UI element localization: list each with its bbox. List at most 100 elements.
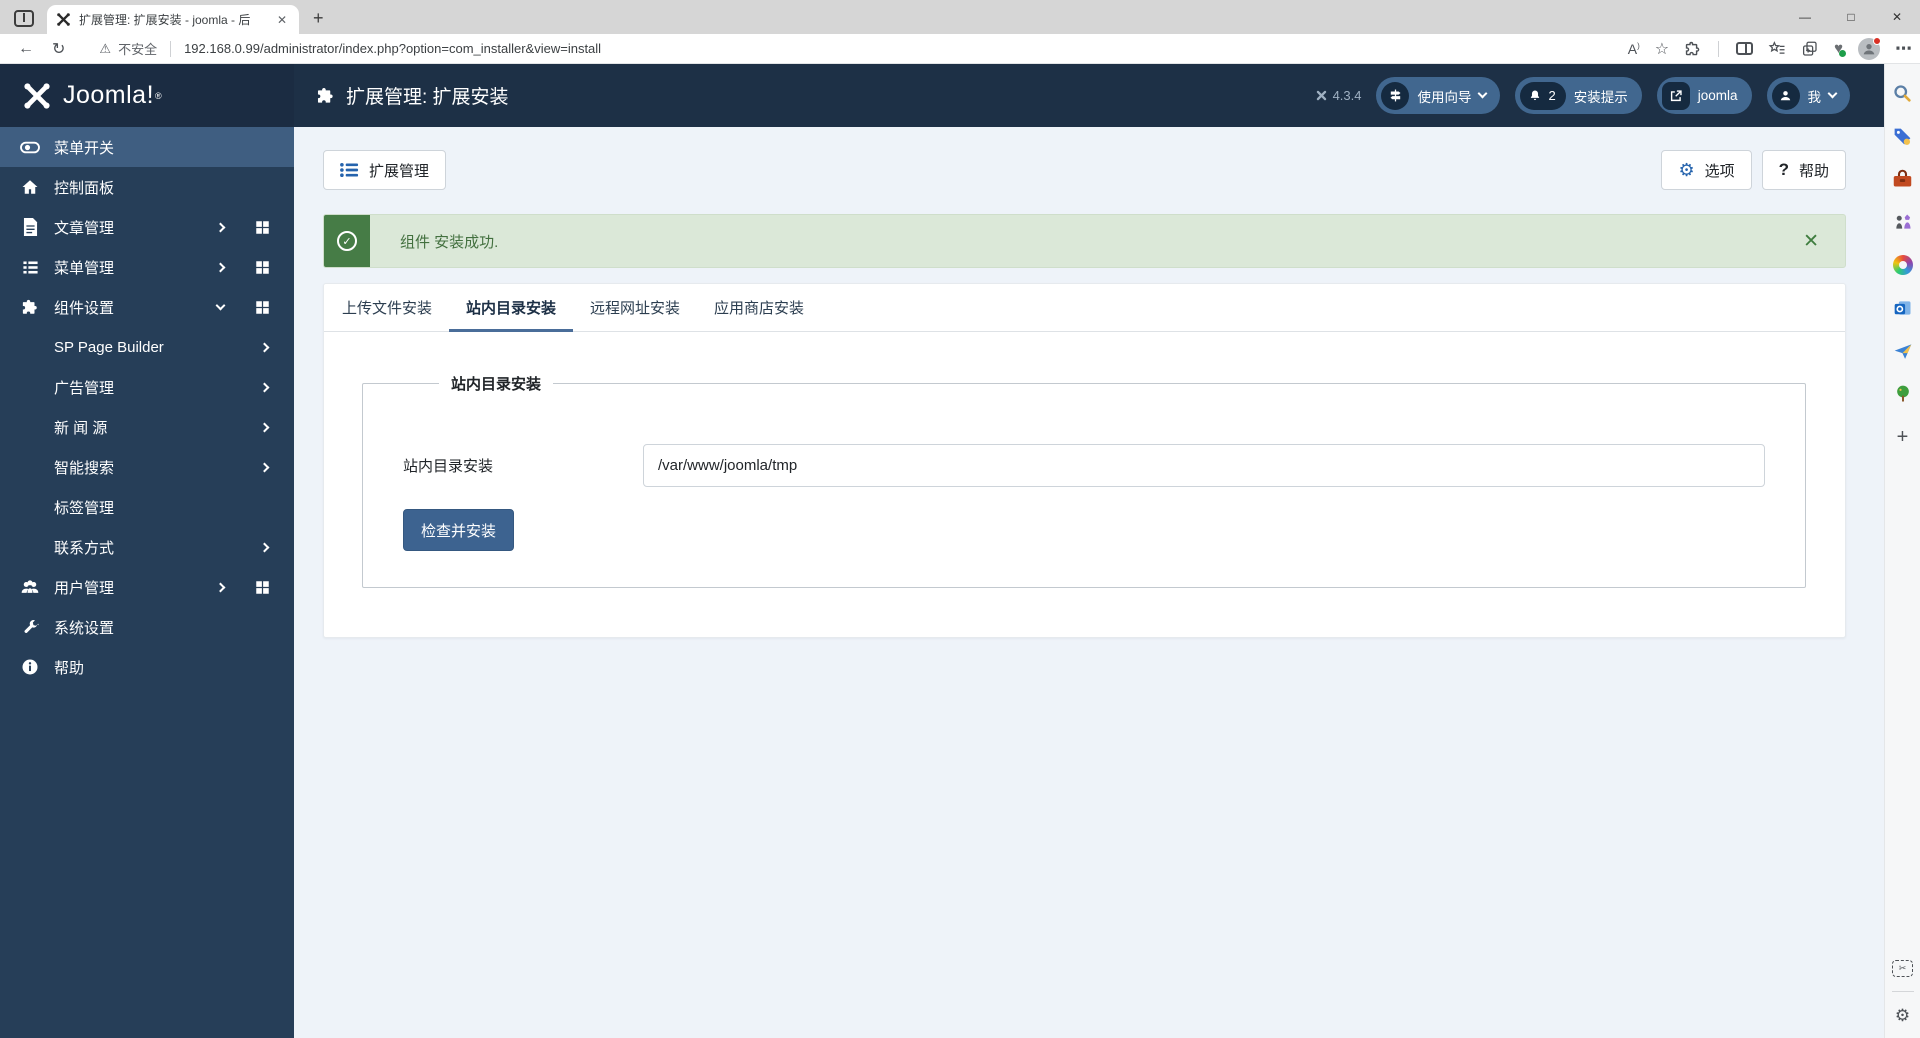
- sidebar-item-components[interactable]: 组件设置: [0, 287, 294, 327]
- check-circle-icon: ✓: [337, 231, 357, 251]
- sidebar-item-menu-toggle[interactable]: 菜单开关: [0, 127, 294, 167]
- split-screen-icon[interactable]: [1736, 42, 1754, 55]
- chevron-down-icon: [215, 300, 226, 311]
- add-sidebar-item-icon[interactable]: +: [1892, 426, 1914, 448]
- info-icon: [20, 658, 40, 676]
- sidebar-item-help[interactable]: 帮助: [0, 647, 294, 687]
- outlook-icon[interactable]: [1892, 297, 1914, 319]
- options-button[interactable]: ⚙ 选项: [1661, 150, 1752, 190]
- notification-count-badge: 2: [1520, 81, 1566, 110]
- directory-field-label: 站内目录安装: [403, 458, 494, 475]
- sidebar-item-system[interactable]: 系统设置: [0, 607, 294, 647]
- home-icon: [20, 178, 40, 196]
- puzzle-icon: [20, 298, 40, 316]
- list-icon: [340, 162, 359, 178]
- extensions-icon[interactable]: [1684, 40, 1701, 57]
- chevron-right-icon: [215, 262, 226, 272]
- directory-input[interactable]: [643, 444, 1765, 487]
- grid-icon[interactable]: [252, 220, 272, 235]
- tab-upload-package[interactable]: 上传文件安装: [325, 284, 449, 331]
- back-icon[interactable]: ←: [18, 40, 34, 58]
- address-bar[interactable]: 192.168.0.99/administrator/index.php?opt…: [184, 41, 601, 56]
- sidebar-item-control-panel[interactable]: 控制面板: [0, 167, 294, 207]
- tools-icon[interactable]: [1892, 168, 1914, 190]
- joomla-favicon-icon: [57, 13, 70, 26]
- alert-close-icon[interactable]: ✕: [1803, 215, 1845, 267]
- tab-install-from-folder[interactable]: 站内目录安装: [449, 284, 574, 332]
- profile-avatar[interactable]: [1858, 36, 1881, 60]
- maximize-button[interactable]: □: [1828, 0, 1874, 34]
- more-menu-icon[interactable]: ⋯: [1895, 39, 1912, 59]
- divider: [170, 40, 172, 57]
- sidebar-item-users[interactable]: 用户管理: [0, 567, 294, 607]
- browser-toolbar: ← ↻ ⚠ 不安全 192.168.0.99/administrator/ind…: [0, 34, 1920, 64]
- sidebar-item-smart-search[interactable]: 智能搜索: [0, 447, 294, 487]
- admin-header: Joomla! ® 扩展管理: 扩展安装 4.3.4 使用向导 2 安装提示 j…: [0, 64, 1884, 127]
- browser-tab[interactable]: 扩展管理: 扩展安装 - joomla - 后 ✕: [47, 5, 299, 34]
- user-icon: [1771, 81, 1800, 110]
- installer-card: 上传文件安装 站内目录安装 远程网址安装 应用商店安装 站内目录安装 站内目录安…: [323, 283, 1846, 638]
- sidebar-item-news-feeds[interactable]: 新 闻 源: [0, 407, 294, 447]
- sidebar-item-contacts[interactable]: 联系方式: [0, 527, 294, 567]
- help-button[interactable]: ? 帮助: [1761, 150, 1846, 190]
- refresh-icon[interactable]: ↻: [52, 39, 65, 59]
- games-icon[interactable]: [1892, 211, 1914, 233]
- version-badge: 4.3.4: [1315, 88, 1361, 103]
- joomla-logo[interactable]: Joomla! ®: [0, 64, 294, 127]
- installer-tabs: 上传文件安装 站内目录安装 远程网址安装 应用商店安装: [324, 284, 1845, 332]
- chevron-right-icon: [259, 382, 270, 392]
- check-and-install-button[interactable]: 检查并安装: [403, 509, 515, 551]
- question-icon: ?: [1778, 160, 1789, 179]
- new-tab-button[interactable]: +: [313, 8, 324, 29]
- shopping-icon[interactable]: [1892, 125, 1914, 147]
- guided-tour-button[interactable]: 使用向导: [1376, 77, 1501, 114]
- users-icon: [20, 577, 40, 597]
- sidebar-item-content[interactable]: 文章管理: [0, 207, 294, 247]
- grid-icon[interactable]: [252, 260, 272, 275]
- browser-essentials-icon[interactable]: ♥: [1834, 40, 1846, 57]
- chevron-right-icon: [215, 222, 226, 232]
- workspaces-icon[interactable]: [14, 10, 34, 27]
- close-window-button[interactable]: ✕: [1874, 0, 1920, 34]
- read-aloud-icon[interactable]: A): [1628, 41, 1640, 57]
- drop-icon[interactable]: [1892, 340, 1914, 362]
- divider: [1891, 991, 1914, 992]
- microsoft-365-icon[interactable]: [1892, 254, 1914, 276]
- window-controls: — □ ✕: [1782, 0, 1920, 34]
- minimize-button[interactable]: —: [1782, 0, 1828, 34]
- preview-site-button[interactable]: joomla: [1656, 77, 1752, 114]
- admin-sidebar: 菜单开关 控制面板 文章管理 菜单管理 组件设置 SP Page Builder…: [0, 127, 294, 1038]
- success-badge: ✓: [324, 215, 370, 267]
- sidebar-item-tags[interactable]: 标签管理: [0, 487, 294, 527]
- manage-extensions-button[interactable]: 扩展管理: [323, 150, 447, 190]
- grid-icon[interactable]: [252, 300, 272, 315]
- joomla-admin: Joomla! ® 扩展管理: 扩展安装 4.3.4 使用向导 2 安装提示 j…: [0, 64, 1884, 1038]
- tab-install-from-web[interactable]: 应用商店安装: [697, 284, 821, 331]
- post-install-messages-button[interactable]: 2 安装提示: [1515, 77, 1642, 114]
- article-icon: [20, 218, 40, 236]
- collections-icon[interactable]: [1801, 40, 1819, 58]
- toggle-icon: [20, 137, 40, 158]
- grid-icon[interactable]: [252, 580, 272, 595]
- joomla-version-icon: [1316, 90, 1326, 101]
- chevron-right-icon: [259, 422, 270, 432]
- install-from-folder-fieldset: 站内目录安装 站内目录安装 检查并安装: [362, 373, 1806, 588]
- chevron-down-icon: [1827, 88, 1838, 99]
- edge-sidebar: + ✂ ⚙: [1884, 64, 1920, 1038]
- site-security-badge[interactable]: ⚠ 不安全: [99, 39, 157, 58]
- search-icon[interactable]: [1892, 82, 1914, 104]
- user-menu-button[interactable]: 我: [1766, 77, 1850, 114]
- chevron-down-icon: [1478, 88, 1488, 99]
- sidebar-item-menus[interactable]: 菜单管理: [0, 247, 294, 287]
- sidebar-settings-icon[interactable]: ⚙: [1895, 1006, 1910, 1026]
- web-capture-icon[interactable]: ✂: [1892, 960, 1913, 977]
- sidebar-item-sp-page-builder[interactable]: SP Page Builder: [0, 327, 294, 367]
- tab-install-from-url[interactable]: 远程网址安装: [573, 284, 697, 331]
- sidebar-item-banners[interactable]: 广告管理: [0, 367, 294, 407]
- favorite-star-icon[interactable]: ☆: [1655, 39, 1669, 59]
- divider: [1718, 40, 1720, 57]
- tab-close-icon[interactable]: ✕: [274, 13, 290, 27]
- tree-icon[interactable]: [1892, 383, 1914, 405]
- favorites-list-icon[interactable]: [1768, 40, 1786, 58]
- chevron-right-icon: [215, 582, 226, 592]
